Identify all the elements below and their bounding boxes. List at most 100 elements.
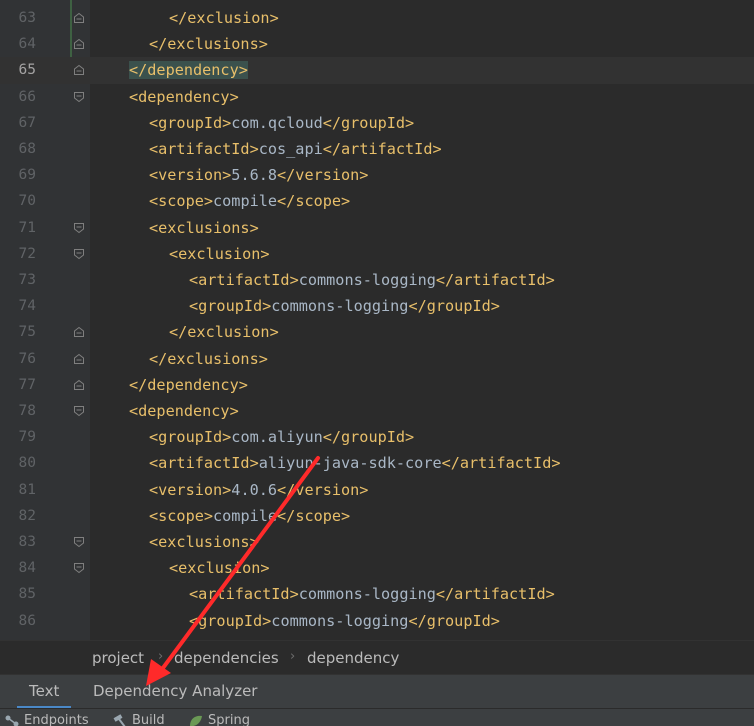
code-text: </exclusion>: [169, 323, 279, 342]
code-text: <exclusion>: [169, 244, 270, 263]
code-text: </dependency>: [129, 375, 248, 394]
breadcrumb-item-dependency[interactable]: dependency: [307, 649, 399, 667]
tool-window-bar: Endpoints Build Spring: [0, 708, 754, 726]
code-text: <exclusions>: [149, 218, 259, 237]
line-number: 81: [18, 481, 36, 498]
code-line[interactable]: 70 <scope>compile</scope>: [0, 188, 754, 214]
code-line[interactable]: 69 <version>5.6.8</version>: [0, 162, 754, 188]
line-number: 79: [18, 429, 36, 446]
line-number: 84: [18, 560, 36, 577]
fold-end-icon[interactable]: [73, 12, 85, 24]
fold-end-icon[interactable]: [73, 38, 85, 50]
code-text: </dependency>: [129, 61, 248, 80]
code-text: <artifactId>aliyun-java-sdk-core</artifa…: [149, 454, 561, 473]
fold-collapse-icon[interactable]: [73, 222, 85, 234]
line-number: 75: [18, 324, 36, 341]
line-number: 66: [18, 88, 36, 105]
line-number: 70: [18, 193, 36, 210]
code-text: <groupId>commons-logging</groupId>: [189, 611, 500, 630]
line-number: 71: [18, 219, 36, 236]
line-number: 76: [18, 350, 36, 367]
line-number: 74: [18, 298, 36, 315]
code-text: </exclusions>: [149, 349, 268, 368]
breadcrumb-item-project[interactable]: project: [92, 649, 144, 667]
code-text: <exclusions>: [149, 533, 259, 551]
line-number: 67: [18, 114, 36, 131]
code-line[interactable]: 85 <artifactId>commons-logging</artifactI…: [0, 581, 754, 607]
line-number: 68: [18, 141, 36, 157]
code-line[interactable]: 86 <groupId>commons-logging</groupId>: [0, 608, 754, 634]
code-line[interactable]: 67 <groupId>com.qcloud</groupId>: [0, 110, 754, 136]
line-number: 69: [18, 167, 36, 184]
line-number: 85: [18, 586, 36, 603]
spring-tool-button[interactable]: Spring: [188, 713, 250, 726]
tab-text[interactable]: Text: [17, 675, 72, 709]
code-line[interactable]: 74 <groupId>commons-logging</groupId>: [0, 293, 754, 319]
endpoints-icon: [4, 714, 20, 726]
code-line[interactable]: 77 </dependency>: [0, 372, 754, 398]
code-line[interactable]: 84 <exclusion>: [0, 555, 754, 581]
build-tool-button[interactable]: Build: [112, 713, 165, 726]
code-text: <groupId>commons-logging</groupId>: [189, 297, 500, 316]
code-line[interactable]: 73 <artifactId>commons-logging</artifactI…: [0, 267, 754, 293]
fold-collapse-icon[interactable]: [73, 248, 85, 260]
code-text: <exclusion>: [169, 559, 270, 578]
code-editor[interactable]: 63 </exclusion> 64 </exclusions> 65 </depende…: [0, 0, 754, 640]
line-number: 78: [18, 403, 36, 419]
code-line[interactable]: 76 </exclusions>: [0, 346, 754, 372]
endpoints-label: Endpoints: [24, 713, 89, 726]
code-line[interactable]: 83 <exclusions>: [0, 529, 754, 555]
build-label: Build: [132, 713, 165, 726]
fold-end-icon[interactable]: [73, 326, 85, 338]
line-number: 80: [18, 455, 36, 472]
code-line[interactable]: 63 </exclusion>: [0, 5, 754, 31]
line-number: 77: [18, 376, 36, 393]
code-text: <version>4.0.6</version>: [149, 480, 369, 499]
line-number: 82: [18, 507, 36, 524]
code-line[interactable]: 68 <artifactId>cos_api</artifactId>: [0, 136, 754, 162]
line-number: 63: [18, 10, 36, 26]
code-text: <version>5.6.8</version>: [149, 166, 369, 185]
code-text: <groupId>com.aliyun</groupId>: [149, 428, 415, 447]
line-number: 83: [18, 534, 36, 550]
code-line[interactable]: 78 <dependency>: [0, 398, 754, 424]
editor-bottom-tabs: Text Dependency Analyzer: [0, 674, 754, 709]
line-number: 73: [18, 272, 36, 288]
code-line[interactable]: 65 </dependency>: [0, 57, 754, 84]
breadcrumb-item-dependencies[interactable]: dependencies: [174, 649, 279, 667]
fold-collapse-icon[interactable]: [73, 562, 85, 574]
fold-collapse-icon[interactable]: [73, 91, 85, 103]
breadcrumb-separator: ›: [158, 649, 164, 664]
code-line[interactable]: 79 <groupId>com.aliyun</groupId>: [0, 424, 754, 450]
fold-end-icon[interactable]: [73, 64, 85, 76]
code-line[interactable]: 72 <exclusion>: [0, 241, 754, 267]
code-line[interactable]: 81 <version>4.0.6</version>: [0, 477, 754, 503]
breadcrumb: project › dependencies › dependency: [0, 640, 754, 674]
code-text: </exclusion>: [169, 9, 279, 27]
code-text: <dependency>: [129, 87, 239, 106]
code-line[interactable]: 66 <dependency>: [0, 84, 754, 110]
code-text: <scope>compile</scope>: [149, 506, 351, 525]
line-number: 86: [18, 612, 36, 629]
fold-collapse-icon[interactable]: [73, 536, 85, 548]
code-line[interactable]: 82 <scope>compile</scope>: [0, 503, 754, 529]
code-text: <artifactId>commons-logging</artifactId>: [189, 271, 555, 289]
code-text: <dependency>: [129, 402, 239, 420]
fold-end-icon[interactable]: [73, 353, 85, 365]
code-line[interactable]: 75 </exclusion>: [0, 319, 754, 345]
code-line[interactable]: 71 <exclusions>: [0, 215, 754, 241]
line-number: 65: [18, 62, 36, 79]
tab-dependency-analyzer[interactable]: Dependency Analyzer: [81, 675, 269, 709]
code-text: <artifactId>commons-logging</artifactId>: [189, 585, 555, 604]
endpoints-tool-button[interactable]: Endpoints: [4, 713, 89, 726]
breadcrumb-separator: ›: [290, 649, 296, 664]
line-number: 72: [18, 245, 36, 262]
fold-collapse-icon[interactable]: [73, 405, 85, 417]
code-line[interactable]: 80 <artifactId>aliyun-java-sdk-core</arti…: [0, 450, 754, 476]
code-text: <groupId>com.qcloud</groupId>: [149, 113, 415, 132]
fold-end-icon[interactable]: [73, 379, 85, 391]
spring-label: Spring: [208, 713, 250, 726]
code-line[interactable]: 64 </exclusions>: [0, 31, 754, 57]
code-text: <artifactId>cos_api</artifactId>: [149, 140, 442, 158]
code-text: </exclusions>: [149, 35, 268, 54]
